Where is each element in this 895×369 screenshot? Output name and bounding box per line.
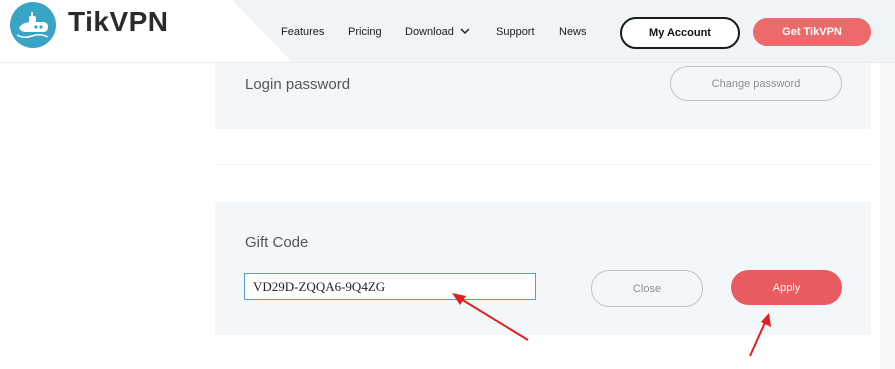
page-scrollbar-track[interactable] — [880, 63, 895, 369]
brand-name[interactable]: TikVPN — [68, 6, 169, 38]
section-divider — [215, 164, 871, 165]
my-account-button[interactable]: My Account — [620, 17, 740, 49]
gift-code-input[interactable] — [244, 273, 536, 300]
gift-code-title: Gift Code — [245, 234, 309, 251]
login-password-section: Login password Change password — [215, 63, 871, 129]
nav-news[interactable]: News — [559, 26, 587, 38]
nav-download-label: Download — [405, 26, 454, 38]
site-header: TikVPN Features Pricing Download Support… — [0, 0, 895, 62]
gift-code-section: Gift Code Close Apply — [215, 202, 871, 335]
nav-pricing[interactable]: Pricing — [348, 26, 382, 38]
apply-button[interactable]: Apply — [731, 270, 842, 305]
nav-features[interactable]: Features — [281, 26, 324, 38]
close-button[interactable]: Close — [591, 270, 703, 307]
get-tikvpn-button[interactable]: Get TikVPN — [753, 18, 871, 46]
nav-support[interactable]: Support — [496, 26, 535, 38]
change-password-button[interactable]: Change password — [670, 66, 842, 101]
nav-download[interactable]: Download — [405, 26, 470, 38]
submarine-icon[interactable] — [10, 2, 56, 48]
login-password-label: Login password — [245, 76, 351, 93]
chevron-down-icon — [460, 26, 470, 38]
